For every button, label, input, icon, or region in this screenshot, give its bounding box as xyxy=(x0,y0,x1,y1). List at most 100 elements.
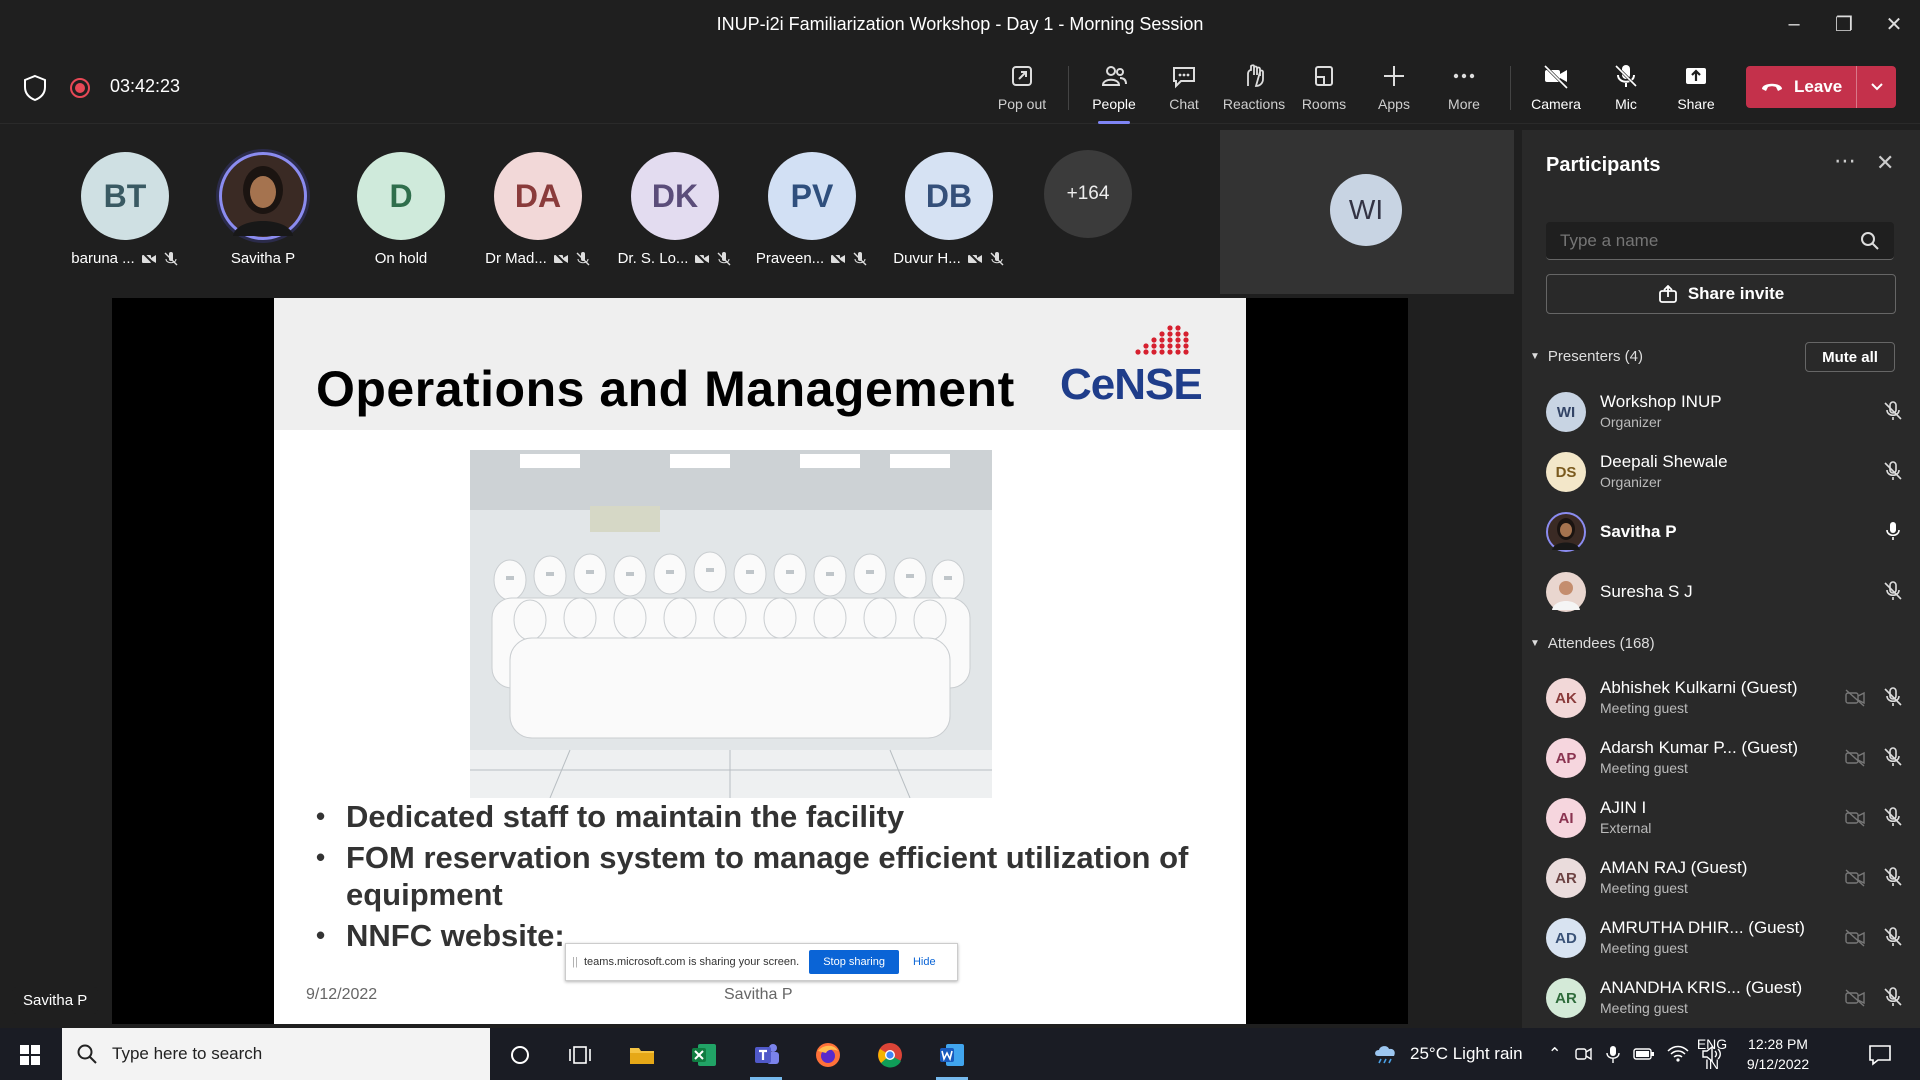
stage-name-tag: Savitha P xyxy=(12,987,99,1014)
close-window-button[interactable]: ✕ xyxy=(1864,0,1920,48)
share-button[interactable]: Share xyxy=(1664,58,1728,118)
taskbar-search-placeholder: Type here to search xyxy=(112,1044,263,1063)
drag-handle-icon[interactable]: || xyxy=(566,956,584,968)
bullet-item: • Dedicated staff to maintain the facilit… xyxy=(316,799,905,834)
participant-role: Meeting guest xyxy=(1600,700,1688,716)
rooms-button[interactable]: Rooms xyxy=(1292,58,1356,118)
more-button[interactable]: More xyxy=(1432,58,1496,118)
participant-tile[interactable]: DB Duvur H... xyxy=(884,152,1014,267)
mic-off-icon xyxy=(717,251,731,265)
participant-tile[interactable]: PV Praveen... xyxy=(747,152,877,267)
avatar: DA xyxy=(494,152,582,240)
chrome-icon[interactable] xyxy=(866,1036,914,1074)
excel-icon[interactable] xyxy=(680,1036,728,1074)
participant-row[interactable]: Suresha S J xyxy=(1546,566,1906,622)
attendees-section-header[interactable]: ▼ Attendees (168) xyxy=(1530,635,1655,652)
camera-button[interactable]: Camera xyxy=(1524,58,1588,118)
camera-off-icon xyxy=(1845,689,1865,707)
camera-off-icon xyxy=(140,250,157,267)
participant-name: Duvur H... xyxy=(893,250,961,267)
avatar: AR xyxy=(1546,858,1586,898)
participant-row[interactable]: AR ANANDHA KRIS... (Guest) Meeting guest xyxy=(1546,972,1906,1028)
avatar: AK xyxy=(1546,678,1586,718)
bullet-text: Dedicated staff to maintain the facility xyxy=(346,799,905,834)
leave-main[interactable]: Leave xyxy=(1746,77,1856,97)
participant-row[interactable]: AI AJIN I External xyxy=(1546,792,1906,848)
taskbar-clock[interactable]: 12:28 PM 9/12/2022 xyxy=(1738,1034,1818,1074)
share-label: Share xyxy=(1677,96,1715,112)
chat-icon xyxy=(1173,67,1195,89)
mic-off-icon xyxy=(1884,687,1902,706)
participant-search-input[interactable] xyxy=(1560,230,1860,251)
participant-name-row: On hold xyxy=(336,250,466,267)
panel-close-icon[interactable]: ✕ xyxy=(1876,150,1894,176)
participant-search[interactable] xyxy=(1546,222,1894,260)
presenters-section-header[interactable]: ▼ Presenters (4) xyxy=(1530,348,1643,365)
people-icon xyxy=(1101,66,1127,86)
more-participants-button[interactable]: +164 xyxy=(1044,150,1132,238)
notifications-icon[interactable] xyxy=(1856,1036,1904,1074)
participant-row[interactable]: AP Adarsh Kumar P... (Guest) Meeting gue… xyxy=(1546,732,1906,788)
input-language-indicator[interactable]: ENG IN xyxy=(1682,1034,1742,1074)
participant-tile[interactable]: D On hold xyxy=(336,152,466,267)
participant-tile[interactable]: DA Dr Mad... xyxy=(473,152,603,267)
meet-now-icon[interactable] xyxy=(1573,1044,1593,1064)
shared-screen-stage: Operations and Management CeNSE • Dedica… xyxy=(12,298,1408,1024)
reactions-button[interactable]: Reactions xyxy=(1222,58,1286,118)
clock-date: 9/12/2022 xyxy=(1746,1056,1810,1072)
weather-widget[interactable]: 25°C Light rain xyxy=(1372,1028,1523,1080)
teams-icon[interactable] xyxy=(742,1036,790,1080)
camera-off-icon xyxy=(830,250,846,267)
camera-off-icon xyxy=(1845,929,1865,947)
presentation-slide: Operations and Management CeNSE • Dedica… xyxy=(274,298,1246,1024)
search-icon[interactable] xyxy=(1860,231,1880,251)
avatar: BT xyxy=(81,152,169,240)
word-icon[interactable] xyxy=(928,1036,976,1080)
participant-row[interactable]: AK Abhishek Kulkarni (Guest) Meeting gue… xyxy=(1546,672,1906,728)
hide-sharing-bar-button[interactable]: Hide xyxy=(913,956,936,968)
leave-options-chevron-icon[interactable] xyxy=(1856,66,1896,108)
participant-row[interactable]: Savitha P xyxy=(1546,506,1906,562)
mute-all-button[interactable]: Mute all xyxy=(1805,342,1895,372)
leave-label: Leave xyxy=(1794,77,1843,96)
meeting-toolbar: 03:42:23 Pop out People Chat Reactions R… xyxy=(0,48,1920,124)
stop-sharing-button[interactable]: Stop sharing xyxy=(809,950,899,974)
apps-button[interactable]: Apps xyxy=(1362,58,1426,118)
slide-presenter: Savitha P xyxy=(724,986,793,1003)
firefox-icon[interactable] xyxy=(804,1036,852,1074)
panel-more-options-icon[interactable]: ⋯ xyxy=(1834,148,1856,174)
shield-icon[interactable] xyxy=(22,74,48,102)
taskbar-search-box[interactable]: Type here to search xyxy=(62,1028,490,1080)
participant-row[interactable]: AR AMAN RAJ (Guest) Meeting guest xyxy=(1546,852,1906,908)
show-hidden-icons-chevron-icon[interactable]: ⌃ xyxy=(1548,1044,1561,1064)
avatar: PV xyxy=(768,152,856,240)
microphone-tray-icon[interactable] xyxy=(1605,1044,1621,1064)
battery-icon[interactable] xyxy=(1633,1046,1655,1062)
participant-name: Savitha P xyxy=(1600,522,1677,541)
leave-button[interactable]: Leave xyxy=(1746,66,1896,108)
pop-out-button[interactable]: Pop out xyxy=(990,58,1054,118)
participant-name-row: Savitha P xyxy=(198,250,328,267)
participant-tile[interactable]: DK Dr. S. Lo... xyxy=(610,152,740,267)
file-explorer-icon[interactable] xyxy=(618,1036,666,1074)
collapse-caret-icon: ▼ xyxy=(1530,638,1540,649)
task-view-icon[interactable] xyxy=(556,1036,604,1074)
share-invite-button[interactable]: Share invite xyxy=(1546,274,1896,314)
collapse-caret-icon: ▼ xyxy=(1530,351,1540,362)
people-button[interactable]: People xyxy=(1082,58,1146,124)
chat-button[interactable]: Chat xyxy=(1152,58,1216,118)
slide-title: Operations and Management xyxy=(316,361,1015,417)
avatar: AD xyxy=(1546,918,1586,958)
mic-button[interactable]: Mic xyxy=(1594,58,1658,118)
share-tray-icon xyxy=(1686,68,1706,84)
participant-tile-active-speaker[interactable]: Savitha P xyxy=(198,152,328,267)
featured-participant-tile[interactable]: WI xyxy=(1220,130,1514,294)
participant-row[interactable]: DS Deepali Shewale Organizer xyxy=(1546,446,1906,502)
participant-tile[interactable]: BT baruna ... xyxy=(60,152,190,267)
participant-row[interactable]: AD AMRUTHA DHIR... (Guest) Meeting guest xyxy=(1546,912,1906,968)
participant-row[interactable]: WI Workshop INUP Organizer xyxy=(1546,386,1906,442)
avatar: WI xyxy=(1330,174,1402,246)
people-label: People xyxy=(1092,96,1136,112)
start-button[interactable] xyxy=(6,1036,54,1074)
cortana-icon[interactable] xyxy=(496,1036,544,1074)
